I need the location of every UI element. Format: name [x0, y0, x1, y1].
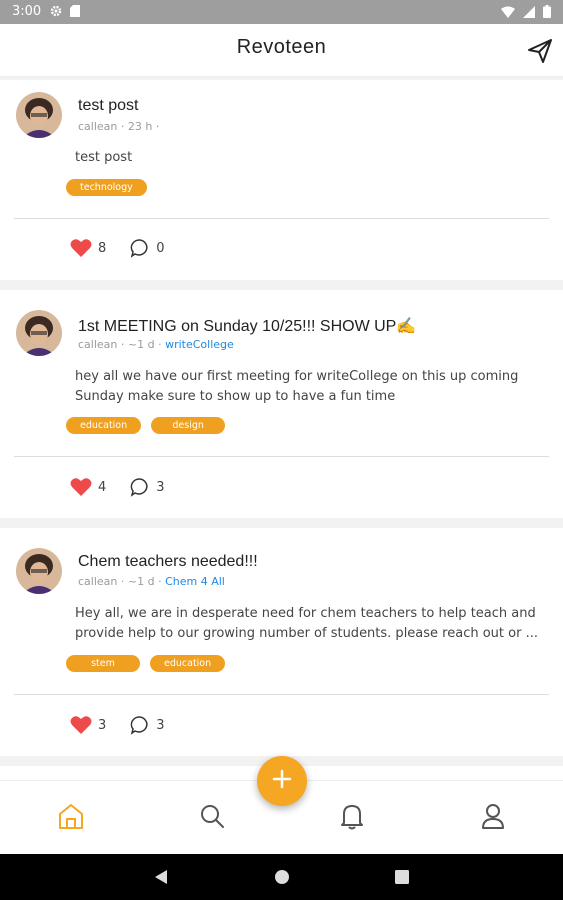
post-time: ~1 d: [127, 338, 155, 351]
post-card[interactable]: test post callean · 23 h · test post tec…: [0, 80, 563, 280]
status-time: 3:00: [12, 4, 42, 19]
post-card[interactable]: Chem teachers needed!!! callean · ~1 d ·…: [0, 528, 563, 756]
post-actions: 8 0: [70, 238, 189, 258]
post-actions: 3 3: [70, 715, 189, 735]
app-bar: Revoteen: [0, 24, 563, 77]
tag-chip[interactable]: stem: [66, 655, 140, 672]
post-title[interactable]: test post: [78, 97, 138, 115]
heart-icon[interactable]: [70, 238, 92, 258]
post-body: test post: [75, 150, 133, 165]
back-icon[interactable]: [154, 869, 168, 890]
like-count: 8: [98, 240, 107, 256]
post-author[interactable]: callean: [78, 575, 117, 588]
recents-icon[interactable]: [395, 870, 409, 889]
nav-home[interactable]: [56, 803, 86, 833]
app-title: Revoteen: [236, 36, 327, 58]
post-title[interactable]: 1st MEETING on Sunday 10/25!!! SHOW UP✍️: [78, 316, 416, 336]
status-bar: 3:00: [0, 0, 563, 24]
comment-icon[interactable]: [130, 715, 150, 735]
bell-icon: [339, 802, 365, 835]
search-icon: [199, 803, 225, 834]
tag-chip[interactable]: education: [66, 417, 142, 434]
post-actions: 4 3: [70, 477, 189, 497]
sd-card-icon: [70, 5, 80, 21]
comment-icon[interactable]: [130, 238, 150, 258]
post-meta: callean · ~1 d · writeCollege: [78, 338, 234, 351]
post-time: ~1 d: [127, 575, 155, 588]
comment-count: 3: [156, 717, 165, 733]
post-meta: callean · ~1 d · Chem 4 All: [78, 575, 225, 588]
nav-search[interactable]: [197, 803, 227, 833]
send-message-icon[interactable]: [527, 38, 553, 64]
divider: [14, 456, 549, 457]
author-avatar[interactable]: [16, 310, 62, 356]
post-card[interactable]: 1st MEETING on Sunday 10/25!!! SHOW UP✍️…: [0, 290, 563, 518]
post-meta: callean · 23 h ·: [78, 120, 160, 133]
post-title[interactable]: Chem teachers needed!!!: [78, 553, 258, 571]
plus-icon: [271, 768, 293, 795]
tag-list: technology: [66, 179, 147, 196]
comment-count: 0: [156, 240, 165, 256]
signal-icon: [523, 5, 535, 22]
add-post-button[interactable]: [257, 756, 307, 806]
post-body: hey all we have our first meeting for wr…: [75, 369, 519, 404]
system-nav-bar: [0, 854, 563, 900]
tag-list: education design: [66, 417, 226, 434]
like-count: 3: [98, 717, 107, 733]
post-group-link[interactable]: Chem 4 All: [165, 575, 225, 588]
user-icon: [481, 803, 505, 834]
nav-profile[interactable]: [478, 803, 508, 833]
author-avatar[interactable]: [16, 548, 62, 594]
heart-icon[interactable]: [70, 477, 92, 497]
post-group-link[interactable]: writeCollege: [165, 338, 234, 351]
wifi-icon: [501, 6, 515, 22]
comment-icon[interactable]: [130, 477, 150, 497]
settings-icon: [50, 5, 62, 21]
home-button-icon[interactable]: [274, 869, 290, 890]
tag-chip[interactable]: technology: [66, 179, 147, 196]
home-icon: [57, 802, 85, 835]
tag-chip[interactable]: design: [151, 417, 226, 434]
battery-icon: [543, 5, 551, 22]
tag-list: stem education: [66, 655, 226, 672]
tag-chip[interactable]: education: [150, 655, 226, 672]
heart-icon[interactable]: [70, 715, 92, 735]
nav-notifications[interactable]: [337, 803, 367, 833]
divider: [14, 694, 549, 695]
like-count: 4: [98, 479, 107, 495]
comment-count: 3: [156, 479, 165, 495]
post-body: Hey all, we are in desperate need for ch…: [75, 606, 538, 641]
divider: [14, 218, 549, 219]
post-author[interactable]: callean: [78, 338, 117, 351]
post-time: 23 h: [127, 120, 153, 133]
author-avatar[interactable]: [16, 92, 62, 138]
post-author[interactable]: callean: [78, 120, 117, 133]
